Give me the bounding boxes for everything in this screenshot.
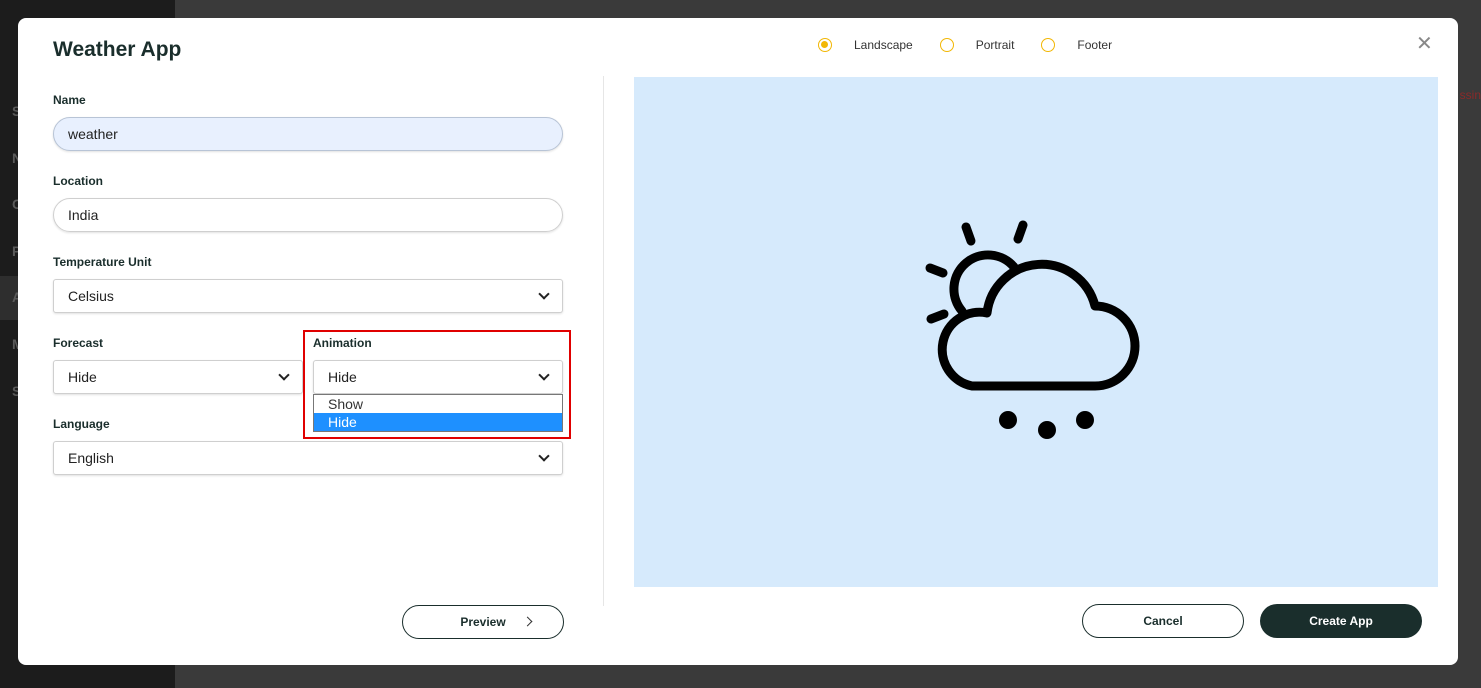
temperature-unit-value: Celsius <box>68 288 114 304</box>
forecast-value: Hide <box>68 369 97 385</box>
name-label: Name <box>53 93 86 107</box>
orientation-portrait-label: Portrait <box>975 38 1015 52</box>
animation-highlight-box <box>303 330 571 439</box>
location-input-value: India <box>68 207 99 223</box>
preview-button-label: Preview <box>460 615 506 629</box>
orientation-landscape[interactable]: Landscape <box>818 38 913 52</box>
cancel-button[interactable]: Cancel <box>1082 604 1244 638</box>
name-input-value: weather <box>68 126 118 142</box>
radio-selected-icon[interactable] <box>818 38 832 52</box>
orientation-footer[interactable]: Footer <box>1041 38 1112 52</box>
orientation-portrait[interactable]: Portrait <box>939 38 1015 52</box>
chevron-down-icon <box>538 450 550 462</box>
location-label: Location <box>53 174 103 188</box>
create-app-modal: Weather App Landscape Portrait Footer ✕ … <box>18 18 1458 665</box>
temperature-unit-select[interactable]: Celsius <box>53 279 563 313</box>
chevron-down-icon <box>538 288 550 300</box>
name-input[interactable]: weather <box>53 117 563 151</box>
language-select[interactable]: English <box>53 441 563 475</box>
location-input[interactable]: India <box>53 198 563 232</box>
language-label: Language <box>53 417 110 431</box>
radio-unselected-icon[interactable] <box>1041 38 1056 52</box>
preview-button[interactable]: Preview <box>402 605 564 639</box>
radio-unselected-icon[interactable] <box>939 38 954 52</box>
close-icon[interactable]: ✕ <box>1416 34 1433 54</box>
background-status-text: ssin <box>1459 88 1481 102</box>
forecast-label: Forecast <box>53 336 104 350</box>
panel-divider <box>603 76 604 606</box>
temperature-unit-label: Temperature Unit <box>53 255 152 269</box>
forecast-select[interactable]: Hide <box>53 360 303 394</box>
chevron-right-icon <box>522 616 533 627</box>
modal-title: Weather App <box>53 38 182 61</box>
partly-cloudy-rain-icon <box>925 220 1140 439</box>
cancel-button-label: Cancel <box>1143 614 1183 628</box>
language-value: English <box>68 450 114 466</box>
orientation-footer-label: Footer <box>1077 38 1113 52</box>
create-app-button-label: Create App <box>1309 614 1373 628</box>
orientation-landscape-label: Landscape <box>854 38 913 52</box>
chevron-down-icon <box>278 369 290 381</box>
preview-panel <box>634 77 1438 587</box>
orientation-radio-group: Landscape Portrait Footer <box>818 38 1139 52</box>
create-app-button[interactable]: Create App <box>1260 604 1422 638</box>
